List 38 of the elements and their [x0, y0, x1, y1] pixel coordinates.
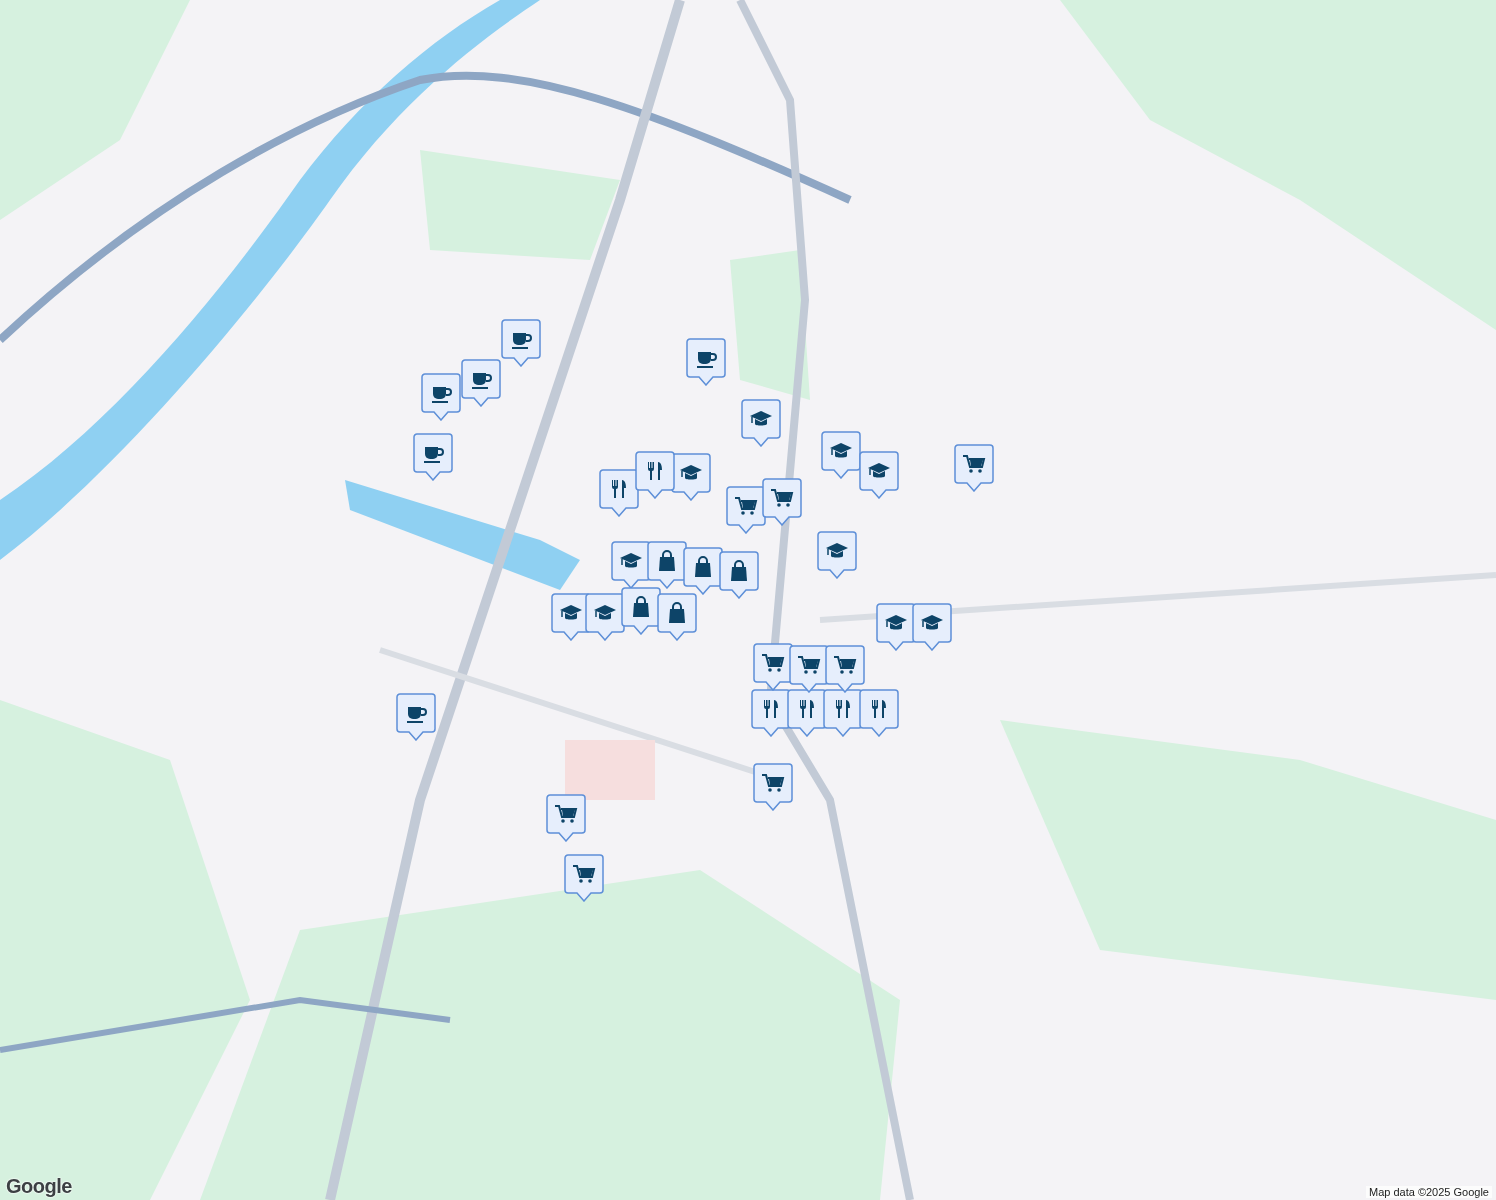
graduation-cap-icon: [750, 411, 772, 426]
fork-and-knife-icon: [648, 462, 662, 480]
graduation-cap-icon: [826, 543, 848, 558]
fork-and-knife-icon: [872, 700, 886, 718]
shopping-bag-icon: [659, 550, 675, 571]
shopping-cart-icon: [734, 497, 758, 515]
cup-icon: [697, 352, 717, 368]
shopping-cart-icon: [833, 656, 857, 674]
shopping-cart-icon: [554, 805, 578, 823]
fork-and-knife-icon: [800, 700, 814, 718]
graduation-cap-icon: [921, 615, 943, 630]
shopping-bag-icon: [731, 560, 747, 581]
cup-icon: [407, 707, 427, 723]
cup-icon: [432, 387, 452, 403]
shopping-cart-icon: [761, 654, 785, 672]
google-logo: Google: [6, 1175, 72, 1198]
cup-icon: [472, 373, 492, 389]
shopping-bag-icon: [695, 556, 711, 577]
attribution-text: Map data ©2025 Google: [1365, 1186, 1492, 1198]
graduation-cap-icon: [830, 443, 852, 458]
shopping-cart-icon: [962, 455, 986, 473]
shopping-cart-icon: [572, 865, 596, 883]
cup-icon: [424, 447, 444, 463]
shopping-cart-icon: [770, 489, 794, 507]
graduation-cap-icon: [868, 463, 890, 478]
fork-and-knife-icon: [612, 480, 626, 498]
shopping-bag-icon: [669, 602, 685, 623]
graduation-cap-icon: [620, 553, 642, 568]
fork-and-knife-icon: [836, 700, 850, 718]
graduation-cap-icon: [594, 605, 616, 620]
shopping-bag-icon: [633, 596, 649, 617]
shopping-cart-icon: [797, 656, 821, 674]
cup-icon: [512, 333, 532, 349]
graduation-cap-icon: [560, 605, 582, 620]
graduation-cap-icon: [680, 465, 702, 480]
fork-and-knife-icon: [764, 700, 778, 718]
shopping-cart-icon: [761, 774, 785, 792]
graduation-cap-icon: [885, 615, 907, 630]
